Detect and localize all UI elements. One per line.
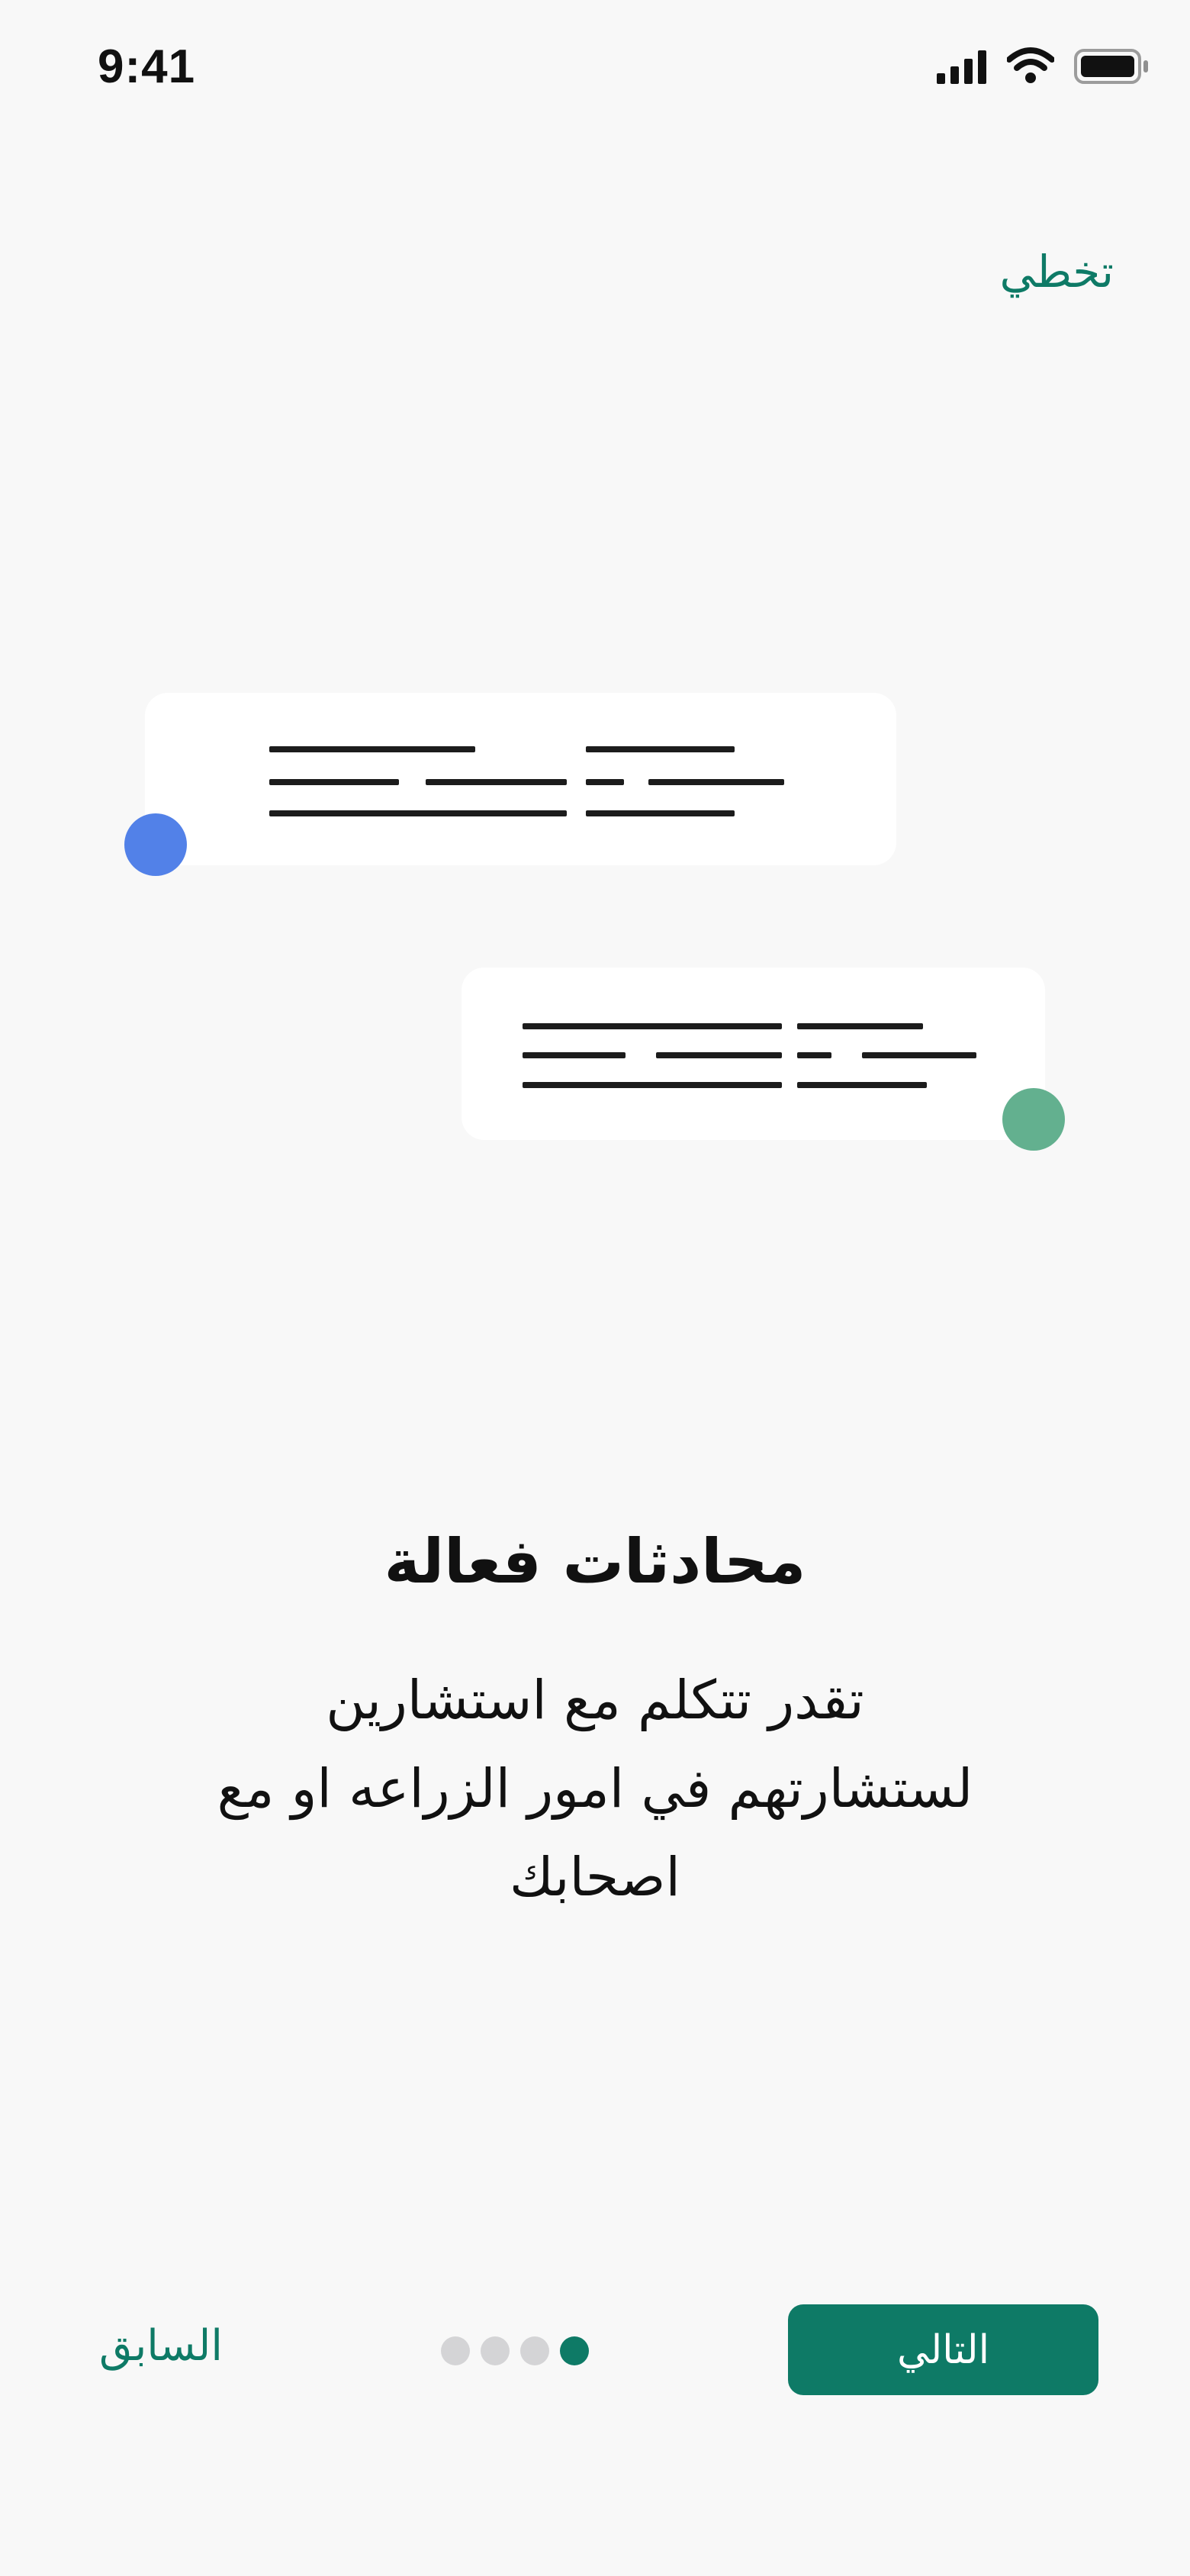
page-indicator [441, 2336, 593, 2367]
text-line [523, 1052, 626, 1058]
text-line [656, 1052, 782, 1058]
text-line [523, 1082, 782, 1088]
status-bar: 9:41 [0, 0, 1190, 145]
onboarding-title: محادثات فعالة [384, 1526, 806, 1597]
text-line [586, 746, 735, 752]
sender-avatar [124, 813, 187, 876]
text-line [862, 1052, 976, 1058]
description-line: تقدر تتكلم مع استشارين [326, 1669, 864, 1731]
description-line: لستشارتهم في امور الزراعه او مع [217, 1757, 973, 1820]
chat-bubble-received [145, 693, 896, 865]
text-line [426, 779, 567, 785]
text-line [269, 810, 567, 816]
battery-icon [1074, 49, 1148, 84]
signal-icon [937, 50, 986, 84]
text-line [269, 746, 475, 752]
page-dot [481, 2336, 510, 2365]
onboarding-description: تقدر تتكلم مع استشارين لستشارتهم في امور… [99, 1656, 1091, 1921]
text-line [797, 1052, 831, 1058]
previous-button[interactable]: السابق [99, 2321, 223, 2371]
next-button-label: التالي [897, 2326, 990, 2373]
chat-bubble-sent [462, 968, 1045, 1140]
text-line [648, 779, 784, 785]
page-dot-active [560, 2336, 589, 2365]
text-line [269, 779, 399, 785]
status-icons [900, 0, 1190, 145]
page-dot [441, 2336, 470, 2365]
text-line [523, 1023, 782, 1029]
text-line [586, 779, 624, 785]
wifi-icon [1007, 47, 1054, 83]
next-button[interactable]: التالي [788, 2304, 1098, 2395]
user-avatar [1002, 1088, 1065, 1151]
page-dot [520, 2336, 549, 2365]
description-line: اصحابك [510, 1846, 680, 1908]
text-line [797, 1023, 923, 1029]
status-time: 9:41 [98, 40, 196, 93]
text-line [586, 810, 735, 816]
skip-button[interactable]: تخطي [999, 246, 1114, 298]
text-line [797, 1082, 927, 1088]
